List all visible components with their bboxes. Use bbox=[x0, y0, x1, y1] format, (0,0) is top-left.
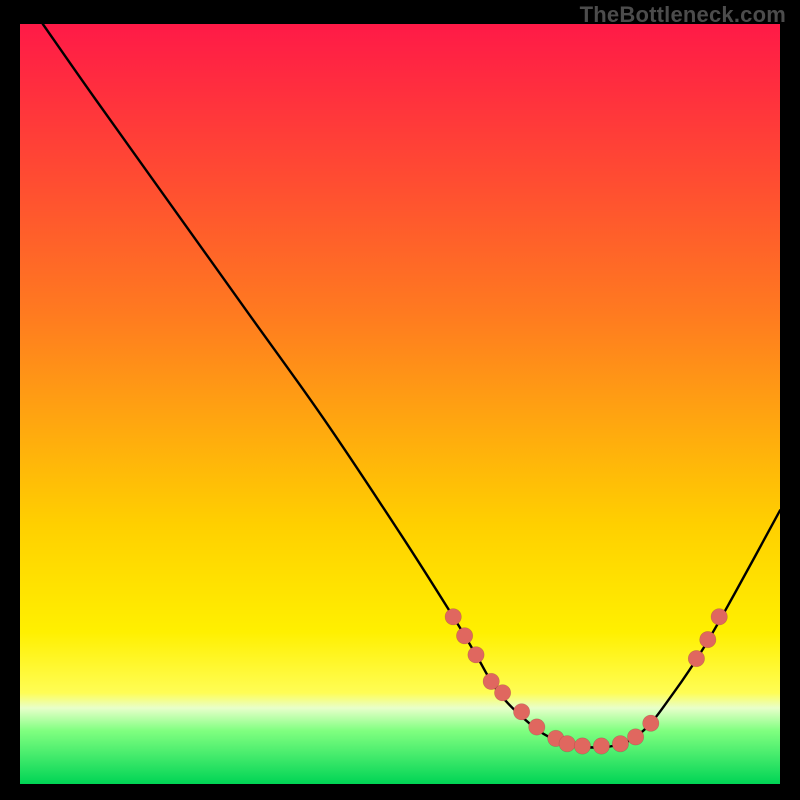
marker-dot bbox=[468, 647, 484, 663]
watermark-text: TheBottleneck.com bbox=[580, 2, 786, 28]
chart-frame: TheBottleneck.com bbox=[0, 0, 800, 800]
curve-layer bbox=[20, 24, 780, 784]
marker-dot bbox=[529, 719, 545, 735]
marker-dot bbox=[627, 729, 643, 745]
marker-dot bbox=[559, 736, 575, 752]
marker-dot bbox=[688, 650, 704, 666]
marker-dot bbox=[643, 715, 659, 731]
marker-dot bbox=[456, 628, 472, 644]
marker-dot bbox=[494, 685, 510, 701]
marker-dot bbox=[445, 609, 461, 625]
marker-dot bbox=[612, 736, 628, 752]
highlight-dots bbox=[445, 609, 727, 755]
marker-dot bbox=[711, 609, 727, 625]
marker-dot bbox=[593, 738, 609, 754]
marker-dot bbox=[574, 738, 590, 754]
plot-inner bbox=[20, 24, 780, 784]
marker-dot bbox=[700, 631, 716, 647]
plot-area bbox=[20, 24, 780, 784]
bottleneck-curve bbox=[43, 24, 780, 748]
marker-dot bbox=[513, 704, 529, 720]
